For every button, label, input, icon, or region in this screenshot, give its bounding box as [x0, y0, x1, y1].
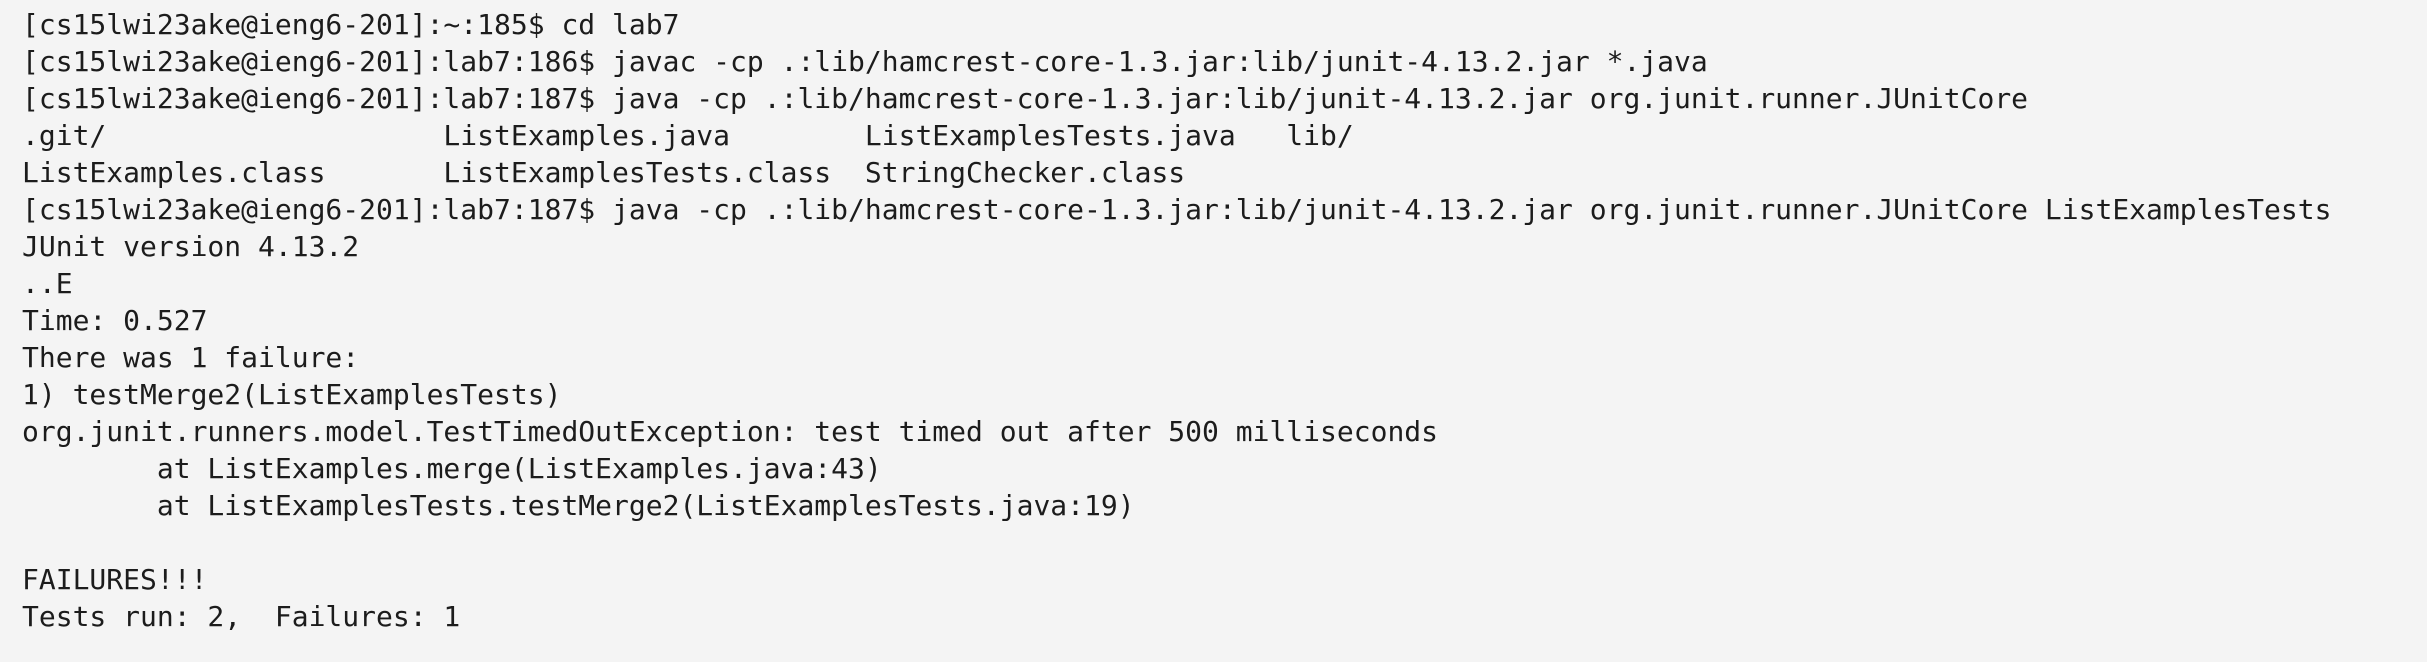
terminal-line: JUnit version 4.13.2 — [22, 230, 360, 263]
terminal-line: ..E — [22, 267, 73, 300]
terminal-line: There was 1 failure: — [22, 341, 360, 374]
terminal-line: [cs15lwi23ake@ieng6-201]:lab7:187$ java … — [22, 193, 2332, 226]
terminal-line: at ListExamples.merge(ListExamples.java:… — [22, 452, 882, 485]
terminal-line: Tests run: 2, Failures: 1 — [22, 600, 461, 633]
terminal-line: [cs15lwi23ake@ieng6-201]:lab7:186$ javac… — [22, 45, 1708, 78]
terminal-line: ListExamples.class ListExamplesTests.cla… — [22, 156, 1186, 189]
terminal-line: Time: 0.527 — [22, 304, 208, 337]
terminal-line: org.junit.runners.model.TestTimedOutExce… — [22, 415, 1439, 448]
terminal-line: [cs15lwi23ake@ieng6-201]:~:185$ cd lab7 — [22, 8, 680, 41]
terminal-output[interactable]: [cs15lwi23ake@ieng6-201]:~:185$ cd lab7 … — [0, 0, 2427, 662]
terminal-line: FAILURES!!! — [22, 563, 208, 596]
terminal-line: at ListExamplesTests.testMerge2(ListExam… — [22, 489, 1135, 522]
terminal-line: 1) testMerge2(ListExamplesTests) — [22, 378, 562, 411]
terminal-line: .git/ ListExamples.java ListExamplesTest… — [22, 119, 1354, 152]
terminal-line: [cs15lwi23ake@ieng6-201]:lab7:187$ java … — [22, 82, 2029, 115]
